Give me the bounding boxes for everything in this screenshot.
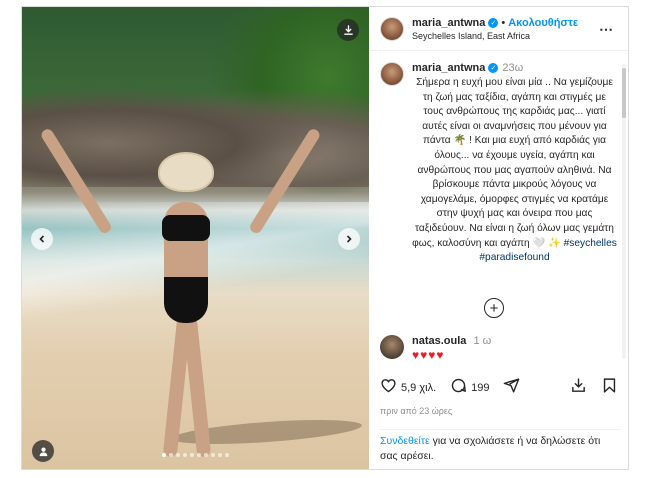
comment-item: natas.oula 1 ω ♥♥♥♥: [380, 335, 491, 362]
post-time[interactable]: πριν από 23 ώρες: [380, 406, 452, 416]
login-link[interactable]: Συνδεθείτε: [380, 435, 430, 447]
comments-count[interactable]: 199: [471, 382, 489, 394]
post-location[interactable]: Seychelles Island, East Africa: [412, 31, 578, 41]
dot-separator: •: [501, 16, 506, 29]
download-icon[interactable]: [337, 19, 359, 41]
likes-count[interactable]: 5,9 χιλ.: [401, 382, 436, 394]
bookmark-icon[interactable]: [601, 377, 618, 399]
scrollbar[interactable]: [622, 64, 626, 359]
carousel-dots: [22, 453, 369, 457]
post-sidebar: maria_antwna ✓ • Ακολουθήστε Seychelles …: [370, 7, 628, 469]
comment-text: ♥♥♥♥: [412, 348, 445, 362]
avatar[interactable]: [380, 335, 404, 359]
caption-time: 23ω: [502, 62, 524, 74]
action-bar: 5,9 χιλ. 199: [370, 373, 628, 403]
share-icon[interactable]: [503, 377, 520, 399]
login-prompt: Συνδεθείτε για να σχολιάσετε ή να δηλώσε…: [380, 429, 620, 464]
hat-shape: [158, 152, 214, 192]
chevron-right-icon[interactable]: [338, 228, 360, 250]
verified-badge-icon: ✓: [488, 63, 499, 73]
download-icon[interactable]: [570, 377, 587, 399]
more-options-icon[interactable]: ⋯: [599, 21, 614, 38]
author-username[interactable]: maria_antwna: [412, 17, 485, 29]
caption-username[interactable]: maria_antwna: [412, 62, 485, 74]
comment-time: 1 ω: [473, 335, 492, 347]
user-icon[interactable]: [32, 440, 54, 462]
plus-icon[interactable]: +: [484, 298, 504, 318]
caption-text: Σήμερα η ευχή μου είναι μία .. Να γεμίζο…: [412, 77, 614, 249]
avatar[interactable]: [380, 16, 404, 41]
comment-username[interactable]: natas.oula: [412, 335, 466, 347]
avatar[interactable]: [380, 62, 404, 86]
comment-icon[interactable]: [450, 377, 467, 399]
verified-badge-icon: ✓: [488, 17, 499, 28]
post-header: maria_antwna ✓ • Ακολουθήστε Seychelles …: [370, 7, 628, 51]
post-photo: [22, 7, 369, 469]
person-figure: [39, 107, 322, 467]
caption: maria_antwna ✓ 23ω Σήμερα η ευχή μου είν…: [380, 62, 620, 266]
follow-button[interactable]: Ακολουθήστε: [508, 17, 578, 29]
heart-icon[interactable]: [380, 377, 397, 399]
comments-section: maria_antwna ✓ 23ω Σήμερα η ευχή μου είν…: [370, 52, 628, 362]
chevron-left-icon[interactable]: [31, 228, 53, 250]
post-modal: maria_antwna ✓ • Ακολουθήστε Seychelles …: [21, 6, 629, 470]
